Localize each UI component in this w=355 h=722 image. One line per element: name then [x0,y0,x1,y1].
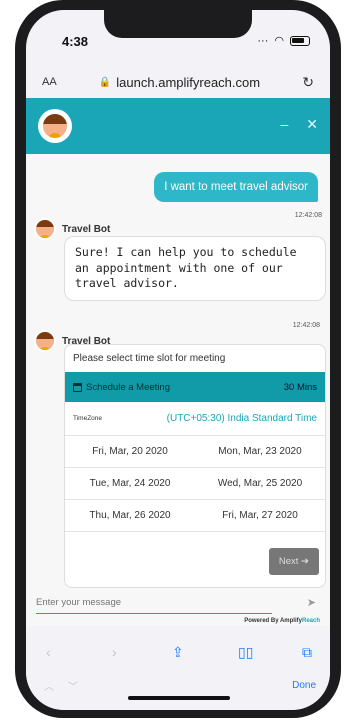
home-indicator [128,696,230,700]
close-icon[interactable]: ✕ [306,116,318,133]
safari-toolbar: ‹ › ⇪ ▯▯ ⧉ ︿ ﹀ Done [26,640,330,710]
user-message-bubble: I want to meet travel advisor [154,172,318,202]
send-icon[interactable]: ➤ [307,596,316,609]
timezone-label: TimeZone [73,415,103,422]
share-icon[interactable]: ⇪ [172,644,184,661]
powered-prefix: Powered By Amplify [244,618,302,624]
card-title: Please select time slot for meeting [73,353,226,364]
back-icon[interactable]: ‹ [46,644,51,660]
reload-icon[interactable]: ↻ [302,74,314,91]
date-slot[interactable]: Wed, Mar, 25 2020 [195,468,325,499]
duration-label: 30 Mins [283,381,317,393]
url-bar[interactable]: AA 🔒 launch.amplifyreach.com ↻ [26,62,330,102]
notch [104,10,252,38]
url-text: launch.amplifyreach.com [116,74,261,90]
lock-icon: 🔒 [98,76,112,88]
slot-row: Tue, Mar, 24 2020 Wed, Mar, 25 2020 [65,468,325,500]
url-display[interactable]: 🔒 launch.amplifyreach.com [99,75,260,90]
schedule-label: Schedule a Meeting [86,381,170,393]
date-slot[interactable]: Thu, Mar, 26 2020 [65,500,195,531]
schedule-card: Please select time slot for meeting Sche… [64,344,326,588]
date-slot[interactable]: Tue, Mar, 24 2020 [65,468,195,499]
date-slot[interactable]: Fri, Mar, 27 2020 [195,500,325,531]
status-icons: ··· ◠ [257,34,310,47]
minimize-icon[interactable]: – [280,116,288,133]
bot-message-time: 12:42:08 [292,322,320,329]
powered-by: Powered By AmplifyReach [244,618,320,624]
powered-brand: Reach [301,618,320,624]
reader-aa-button[interactable]: AA [42,76,57,88]
chat-body[interactable]: I want to meet travel advisor 12:42:08 T… [26,154,330,626]
status-time: 4:38 [62,34,89,49]
bot-name: Travel Bot [62,223,111,235]
bot-message-bubble: Sure! I can help you to schedule an appo… [64,236,326,301]
slot-row: Thu, Mar, 26 2020 Fri, Mar, 27 2020 [65,500,325,532]
timezone-value[interactable]: (UTC+05:30) India Standard Time [167,413,317,424]
chevron-down-icon[interactable]: ﹀ [68,678,78,693]
slot-row: Fri, Mar, 20 2020 Mon, Mar, 23 2020 [65,436,325,468]
chevron-up-icon[interactable]: ︿ [44,678,54,693]
chat-header: – ✕ [26,98,330,154]
forward-icon[interactable]: › [112,644,117,660]
bot-avatar-small [34,218,56,240]
done-button[interactable]: Done [292,680,316,691]
battery-icon [290,35,310,46]
schedule-header: Schedule a Meeting 30 Mins [65,372,325,402]
bot-avatar-small [34,330,56,352]
next-button[interactable]: Next ➔ [268,548,319,575]
signal-icon: ··· [257,34,269,47]
user-message-time: 12:42:08 [294,212,322,219]
tabs-icon[interactable]: ⧉ [302,644,312,661]
message-input[interactable] [36,592,272,614]
bot-avatar [38,109,72,143]
bookmarks-icon[interactable]: ▯▯ [238,644,253,661]
phone-screen: 4:38 ··· ◠ AA 🔒 launch.amplifyreach.com … [26,10,330,710]
date-slot[interactable]: Mon, Mar, 23 2020 [195,436,325,467]
calendar-icon [73,382,82,392]
timezone-row[interactable]: TimeZone (UTC+05:30) India Standard Time [65,402,325,436]
date-slot[interactable]: Fri, Mar, 20 2020 [65,436,195,467]
wifi-icon: ◠ [274,35,284,47]
